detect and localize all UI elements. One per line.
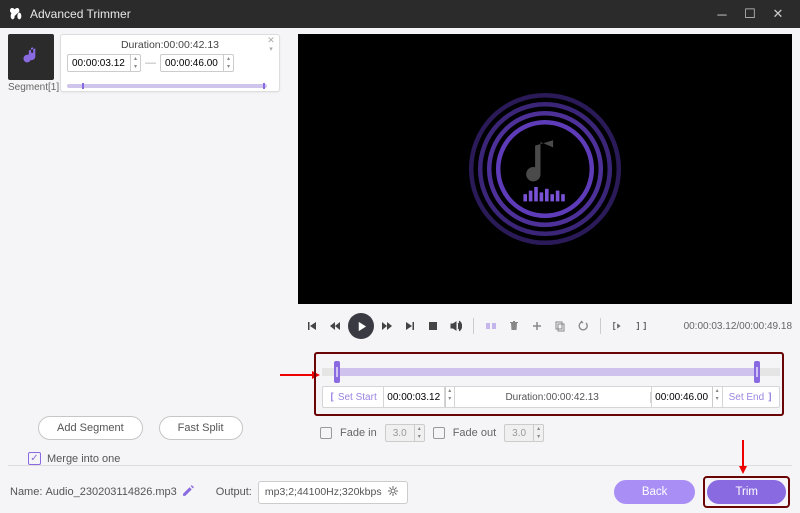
annotation-arrow <box>280 374 314 376</box>
segment-end-input[interactable] <box>161 58 223 69</box>
bracket-in-icon[interactable] <box>608 316 628 336</box>
timeline-duration: Duration:00:00:42.13 <box>455 392 651 403</box>
merge-label: Merge into one <box>47 453 120 465</box>
gear-icon[interactable] <box>387 485 401 500</box>
volume-icon[interactable] <box>446 316 466 336</box>
timeline-handle-end[interactable] <box>754 361 760 383</box>
segment-start-field[interactable]: ▴▾ <box>67 54 141 72</box>
merge-checkbox[interactable] <box>28 452 41 465</box>
minimize-button[interactable]: ─ <box>708 7 736 22</box>
segment-panel: Segment[1] ✕▾ Duration:00:00:42.13 ▴▾ — … <box>8 34 286 454</box>
output-format-box[interactable]: mp3;2;44100Hz;320kbps <box>258 481 408 504</box>
fade-in-checkbox[interactable] <box>320 427 332 439</box>
skip-end-icon[interactable] <box>400 316 420 336</box>
timeline-selection[interactable] <box>336 368 756 376</box>
fast-split-button[interactable]: Fast Split <box>159 416 243 440</box>
app-logo-icon <box>8 6 24 22</box>
spinner-icon[interactable]: ▴▾ <box>130 55 140 71</box>
segment-end-field[interactable]: ▴▾ <box>160 54 234 72</box>
footer: Name: Audio_230203114826.mp3 Output: mp3… <box>10 476 790 508</box>
merge-row: Merge into one <box>28 452 120 465</box>
next-frame-icon[interactable] <box>377 316 397 336</box>
timeline-section: [ Set Start ▴▾ Duration:00:00:42.13 ▴▾ S… <box>314 352 784 416</box>
start-time-field[interactable] <box>384 387 445 407</box>
spinner-icon[interactable]: ▴▾ <box>712 387 722 407</box>
fade-out-label: Fade out <box>453 427 496 439</box>
segment-start-input[interactable] <box>68 58 130 69</box>
fade-in-field[interactable]: ▴▾ <box>385 424 425 442</box>
output-value: mp3;2;44100Hz;320kbps <box>265 486 382 498</box>
edit-name-icon[interactable] <box>182 484 196 500</box>
timeline-handle-start[interactable] <box>334 361 340 383</box>
segment-thumbnail[interactable] <box>8 34 54 80</box>
separator <box>473 318 474 334</box>
range-dash: — <box>145 57 156 69</box>
segment-label: Segment[1] <box>8 82 59 93</box>
bracket-out-icon[interactable] <box>631 316 651 336</box>
separator <box>600 318 601 334</box>
set-end-button[interactable]: Set End ] <box>722 387 779 407</box>
end-time-field[interactable] <box>651 387 712 407</box>
spinner-icon[interactable]: ▴▾ <box>533 425 543 441</box>
divider <box>8 465 792 466</box>
close-button[interactable]: ✕ <box>764 6 792 22</box>
add-segment-button[interactable]: Add Segment <box>38 416 143 440</box>
fade-out-checkbox[interactable] <box>433 427 445 439</box>
undo-icon[interactable] <box>573 316 593 336</box>
segment-card[interactable]: ✕▾ Duration:00:00:42.13 ▴▾ — ▴▾ <box>60 34 280 92</box>
trim-button[interactable]: Trim <box>707 480 786 504</box>
play-button[interactable] <box>348 313 374 339</box>
back-button[interactable]: Back <box>614 480 696 504</box>
fade-in-label: Fade in <box>340 427 377 439</box>
title-bar: Advanced Trimmer ─ ☐ ✕ <box>0 0 800 28</box>
prev-frame-icon[interactable] <box>325 316 345 336</box>
player-controls: 00:00:03.12/00:00:49.18 <box>302 312 792 340</box>
spinner-icon[interactable]: ▴▾ <box>414 425 424 441</box>
fade-row: Fade in ▴▾ Fade out ▴▾ <box>320 424 544 442</box>
stop-icon[interactable] <box>423 316 443 336</box>
time-readout: 00:00:03.12/00:00:49.18 <box>684 321 792 332</box>
delete-icon[interactable] <box>504 316 524 336</box>
audio-preview <box>298 34 792 304</box>
segment-close-icon[interactable]: ✕▾ <box>265 36 277 48</box>
trim-highlight: Trim <box>703 476 790 508</box>
timeline-track[interactable] <box>322 360 780 382</box>
cut-icon[interactable] <box>481 316 501 336</box>
annotation-arrow <box>742 440 744 468</box>
skip-start-icon[interactable] <box>302 316 322 336</box>
add-icon[interactable] <box>527 316 547 336</box>
spinner-icon[interactable]: ▴▾ <box>223 55 233 71</box>
segment-mini-track[interactable] <box>67 84 267 88</box>
set-start-button[interactable]: [ Set Start <box>323 387 384 407</box>
timeline-inputs: [ Set Start ▴▾ Duration:00:00:42.13 ▴▾ S… <box>322 386 780 408</box>
spinner-icon[interactable]: ▴▾ <box>445 387 455 407</box>
fade-out-field[interactable]: ▴▾ <box>504 424 544 442</box>
window-title: Advanced Trimmer <box>30 7 708 21</box>
copy-icon[interactable] <box>550 316 570 336</box>
output-label: Output: <box>216 486 252 498</box>
maximize-button[interactable]: ☐ <box>736 6 764 22</box>
name-value: Audio_230203114826.mp3 <box>45 486 176 498</box>
name-label: Name: <box>10 486 42 498</box>
segment-duration: Duration:00:00:42.13 <box>67 39 273 51</box>
